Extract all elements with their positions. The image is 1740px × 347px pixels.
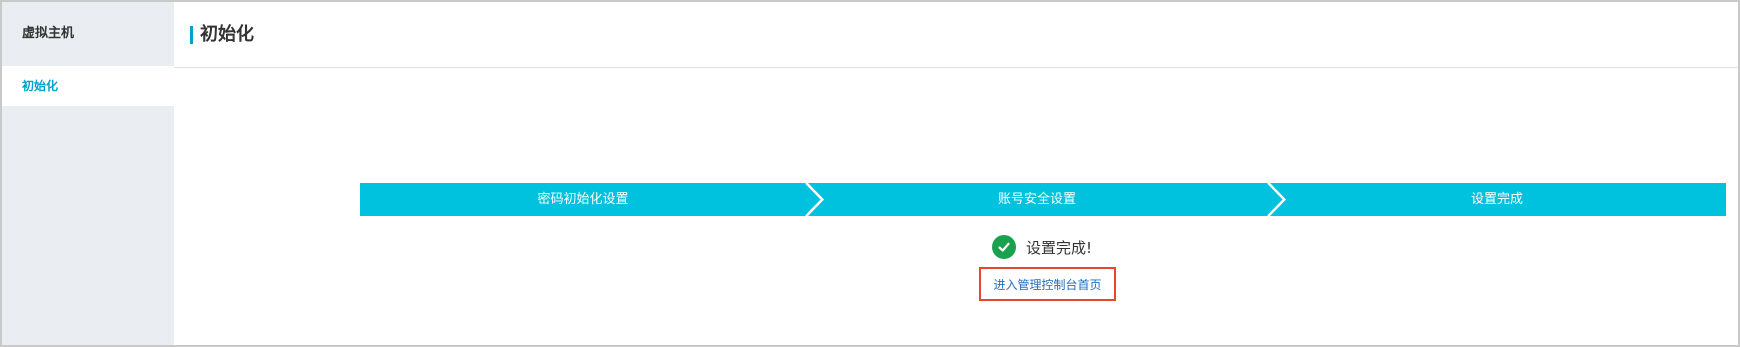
completion-status: 设置完成!	[992, 234, 1092, 260]
step-1-label: 密码初始化设置	[537, 192, 629, 207]
app-frame: 虚拟主机 初始化 初始化 密码初始化设置 账号安全设置 设置完成 设置完成! 进…	[0, 0, 1740, 347]
page-header: 初始化	[174, 2, 1738, 68]
title-accent-bar	[190, 26, 193, 44]
step-3-label: 设置完成	[1470, 192, 1523, 207]
check-circle-icon	[992, 235, 1016, 259]
sidebar: 虚拟主机 初始化	[2, 2, 174, 345]
step-2-label: 账号安全设置	[997, 192, 1076, 207]
completion-message: 设置完成!	[1026, 238, 1093, 257]
console-link-highlight: 进入管理控制台首页	[979, 267, 1116, 301]
sidebar-item-init[interactable]: 初始化	[2, 66, 174, 106]
console-home-link[interactable]: 进入管理控制台首页	[993, 276, 1101, 293]
step-progress: 密码初始化设置 账号安全设置 设置完成	[360, 183, 1726, 216]
page-title: 初始化	[200, 24, 254, 45]
sidebar-title: 虚拟主机	[22, 26, 75, 41]
